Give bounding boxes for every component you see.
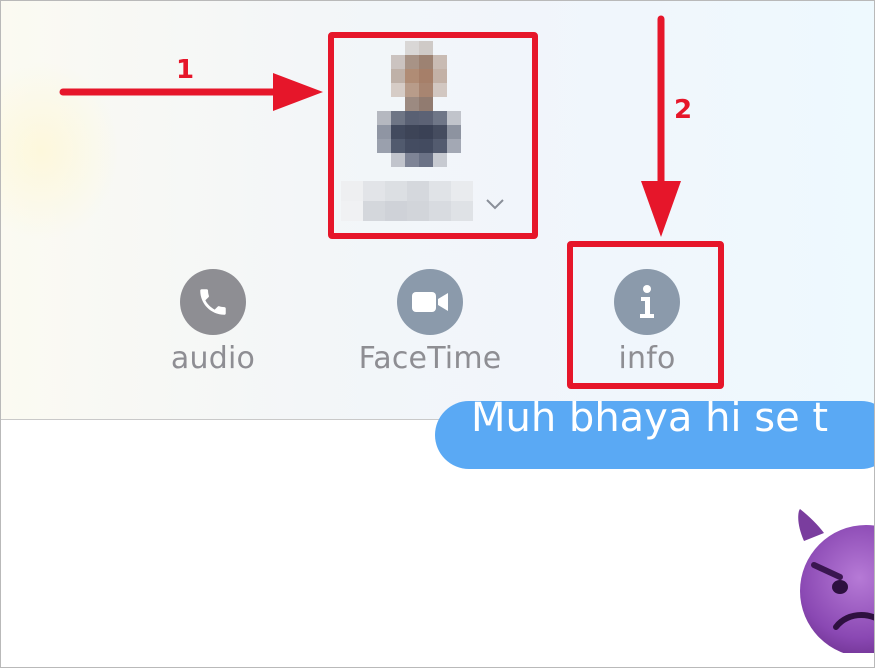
annotation-arrows: [59, 15, 681, 237]
annotation-step-1: 1: [176, 55, 195, 85]
annotation-step-2: 2: [674, 95, 693, 125]
messages-window: audio FaceTime info Muh bhaya hi se t 1 …: [0, 0, 875, 668]
